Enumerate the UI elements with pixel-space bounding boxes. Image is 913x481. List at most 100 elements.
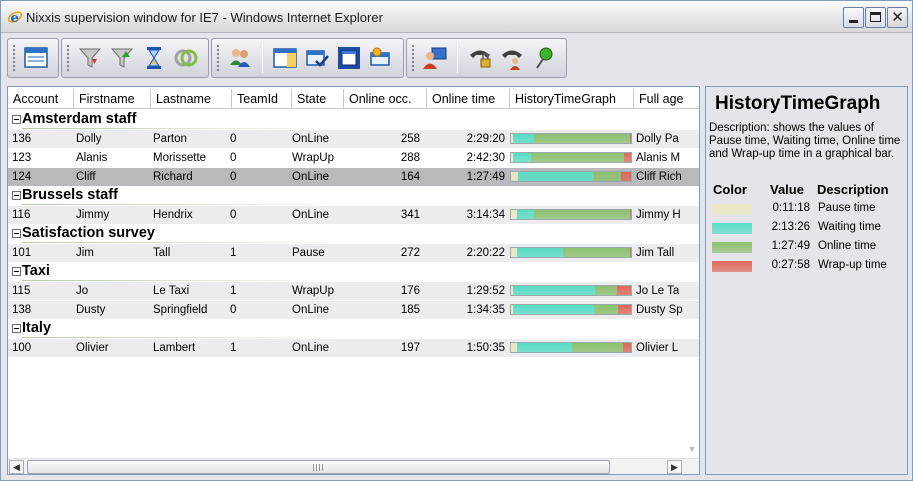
toolbar-button-phone-lock[interactable] bbox=[467, 45, 493, 71]
cell-lastname: Tall bbox=[153, 247, 171, 259]
cell-online-time: 1:50:35 bbox=[466, 342, 505, 354]
table-row[interactable]: 138 Dusty Springfield 0 OnLine 185 1:34:35 Dust… bbox=[8, 301, 699, 319]
wrapup-segment bbox=[629, 248, 631, 257]
toolbar-grip[interactable] bbox=[411, 44, 415, 72]
toolbar-button-rings[interactable] bbox=[173, 45, 199, 71]
group-header: Amsterdam staff bbox=[8, 111, 699, 129]
column-teamid-header[interactable]: TeamId bbox=[232, 89, 292, 109]
cell-account: 101 bbox=[12, 247, 32, 259]
toolbar-button-window-star[interactable] bbox=[368, 45, 394, 71]
group-name: Italy bbox=[22, 320, 52, 336]
legend-value: 2:13:26 bbox=[771, 221, 810, 233]
online-segment bbox=[533, 210, 630, 219]
toolbar-button-filter-down[interactable] bbox=[77, 45, 103, 71]
toolbar-grip[interactable] bbox=[216, 44, 220, 72]
close-button[interactable]: ✕ bbox=[887, 7, 908, 28]
vertical-scroll-down[interactable]: ▼ bbox=[685, 442, 699, 456]
toolbar-group-windows bbox=[211, 38, 404, 78]
cell-account: 124 bbox=[12, 171, 32, 183]
group-header: Italy bbox=[8, 320, 699, 338]
title-bar[interactable]: e Nixxis supervision window for IE7 - Wi… bbox=[1, 1, 912, 33]
cell-online-occ: 272 bbox=[400, 247, 420, 259]
group-name: Satisfaction survey bbox=[22, 225, 155, 241]
legend-description: Waiting time bbox=[818, 221, 881, 233]
collapse-toggle-icon[interactable] bbox=[12, 324, 21, 333]
maximize-button[interactable] bbox=[865, 7, 886, 28]
cell-firstname: Jim bbox=[76, 247, 94, 259]
waiting-segment bbox=[518, 172, 593, 181]
column-online-occ-header[interactable]: Online occ. bbox=[344, 89, 427, 109]
table-row[interactable]: 101 Jim Tall 1 Pause 272 2:20:22 Jim Tall bbox=[8, 244, 699, 262]
toolbar-button-maximize-window[interactable] bbox=[336, 45, 362, 71]
scroll-thumb[interactable] bbox=[27, 460, 610, 474]
toolbar-button-panel[interactable] bbox=[272, 45, 298, 71]
table-row[interactable]: 100 Olivier Lambert 1 OnLine 197 1:50:35 Olivie… bbox=[8, 339, 699, 357]
cell-online-time: 1:29:52 bbox=[466, 285, 505, 297]
group-header: Taxi bbox=[8, 263, 699, 281]
cell-full-agent: Jimmy H bbox=[636, 209, 681, 221]
collapse-toggle-icon[interactable] bbox=[12, 267, 21, 276]
toolbar-button-window[interactable] bbox=[23, 45, 49, 71]
minimize-button[interactable] bbox=[843, 7, 864, 28]
column-account-header[interactable]: Account bbox=[8, 89, 74, 109]
column-online-time-header[interactable]: Online time bbox=[427, 89, 510, 109]
cell-online-time: 2:20:22 bbox=[466, 247, 505, 259]
toolbar-button-agent-computer[interactable] bbox=[422, 45, 448, 71]
toolbar-grip[interactable] bbox=[66, 44, 70, 72]
legend-row: 2:13:26 Waiting time bbox=[706, 219, 909, 238]
toolbar-group-filters bbox=[61, 38, 209, 78]
table-row[interactable]: 116 Jimmy Hendrix 0 OnLine 341 3:14:34 Jimmy H bbox=[8, 206, 699, 224]
history-time-graph-bar bbox=[510, 304, 632, 315]
column-history-time-graph-header[interactable]: HistoryTimeGraph bbox=[510, 89, 634, 109]
table-row[interactable]: 115 Jo Le Taxi 1 WrapUp 176 1:29:52 Jo Le Ta bbox=[8, 282, 699, 300]
toolbar-button-pin[interactable] bbox=[531, 45, 557, 71]
legend-description: Pause time bbox=[818, 202, 876, 214]
collapse-toggle-icon[interactable] bbox=[12, 229, 21, 238]
online-segment bbox=[531, 153, 624, 162]
toolbar-button-agents[interactable] bbox=[227, 45, 253, 71]
wrapup-segment bbox=[629, 210, 631, 219]
column-full-agent-header[interactable]: Full age bbox=[634, 89, 699, 109]
column-firstname-header[interactable]: Firstname bbox=[74, 89, 151, 109]
table-row[interactable]: 124 Cliff Richard 0 OnLine 164 1:27:49 Cliff Ri… bbox=[8, 168, 699, 186]
cell-state: OnLine bbox=[292, 209, 330, 221]
legend-description: Wrap-up time bbox=[818, 259, 887, 271]
collapse-toggle-icon[interactable] bbox=[12, 191, 21, 200]
horizontal-scrollbar[interactable]: ◀ ▶ bbox=[8, 458, 699, 474]
scroll-left-button[interactable]: ◀ bbox=[9, 460, 24, 474]
toolbar-button-filter-up[interactable] bbox=[109, 45, 135, 71]
toolbar-button-phone-agent[interactable] bbox=[499, 45, 525, 71]
cell-teamid: 1 bbox=[230, 285, 237, 297]
cell-lastname: Richard bbox=[153, 171, 193, 183]
collapse-toggle-icon[interactable] bbox=[12, 115, 21, 124]
legend-header-description: Description bbox=[817, 182, 889, 197]
table-row[interactable]: 136 Dolly Parton 0 OnLine 258 2:29:20 Dolly Pa bbox=[8, 130, 699, 148]
cell-teamid: 0 bbox=[230, 152, 237, 164]
group-underline bbox=[22, 337, 342, 338]
grid-header: Account Firstname Lastname TeamId State Onlin… bbox=[8, 89, 699, 109]
scroll-right-button[interactable]: ▶ bbox=[667, 460, 682, 474]
cell-full-agent: Dolly Pa bbox=[636, 133, 679, 145]
toolbar-button-hourglass[interactable] bbox=[141, 45, 167, 71]
check-window-icon bbox=[306, 50, 329, 67]
cell-account: 123 bbox=[12, 152, 32, 164]
table-row[interactable]: 123 Alanis Morissette 0 WrapUp 288 2:42:30 Alan… bbox=[8, 149, 699, 167]
svg-text:e: e bbox=[11, 11, 19, 25]
wrapup-segment bbox=[617, 305, 631, 314]
info-description: Description: shows the values of Pause t… bbox=[709, 122, 901, 160]
group-underline bbox=[22, 242, 342, 243]
column-lastname-header[interactable]: Lastname bbox=[151, 89, 232, 109]
toolbar-group-agent bbox=[406, 38, 567, 78]
filter-up-icon bbox=[110, 48, 134, 68]
toolbar-grip[interactable] bbox=[12, 44, 16, 72]
toolbar-button-check-window[interactable] bbox=[304, 45, 330, 71]
legend-value: 1:27:49 bbox=[771, 240, 810, 252]
wrapup-segment bbox=[616, 286, 631, 295]
cell-full-agent: Alanis M bbox=[636, 152, 681, 164]
legend-description: Online time bbox=[818, 240, 877, 252]
waiting-segment bbox=[513, 153, 532, 162]
history-time-graph-bar bbox=[510, 342, 632, 353]
cell-account: 115 bbox=[12, 285, 31, 297]
toolbar bbox=[7, 38, 567, 78]
column-state-header[interactable]: State bbox=[292, 89, 344, 109]
